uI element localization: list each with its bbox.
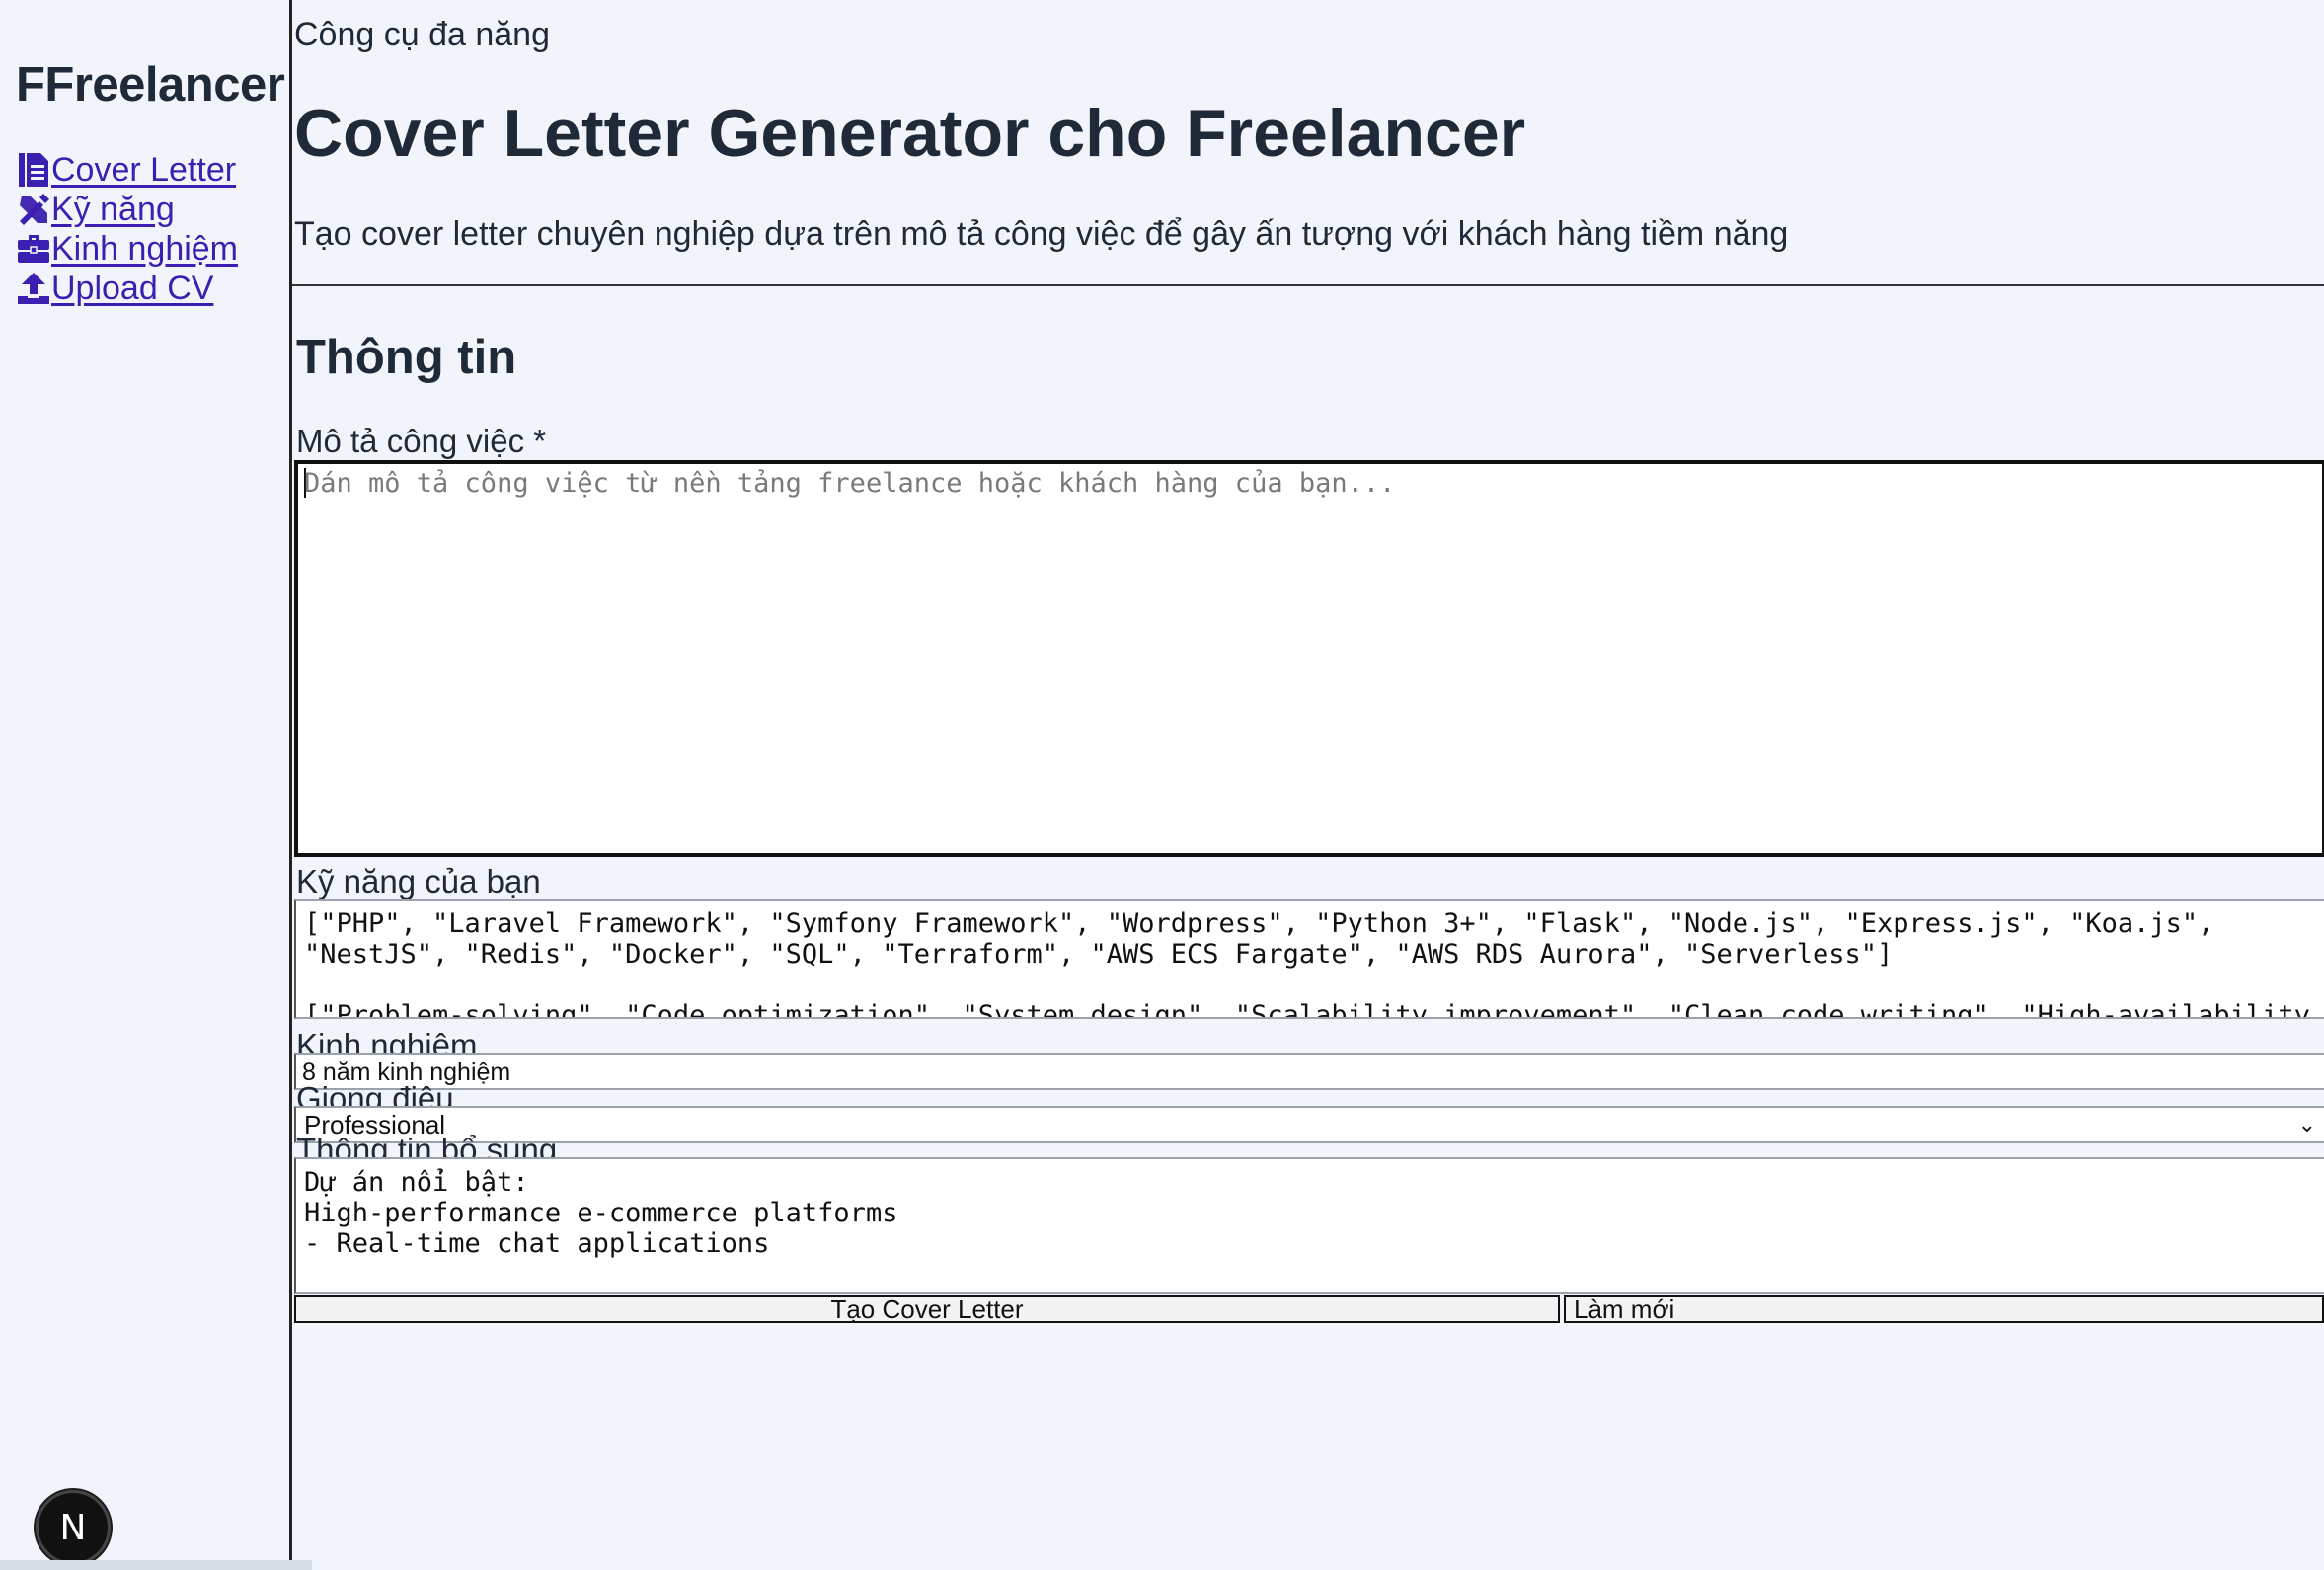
sidebar-nav: Cover Letter Kỹ năng Kinh nghiệm Upload … (16, 150, 238, 308)
job-description-placeholder: Dán mô tả công việc từ nền tảng freelanc… (304, 468, 1396, 499)
tools-icon (16, 193, 51, 226)
n-badge-button[interactable]: N (36, 1490, 111, 1565)
form-panel: Thông tin Mô tả công việc * Dán mô tả cô… (292, 284, 2324, 1558)
sidebar-item-label: Kinh nghiệm (51, 229, 239, 268)
experience-input[interactable]: 8 năm kinh nghiệm (294, 1053, 2324, 1090)
section-title: Thông tin (296, 331, 517, 384)
sidebar-item-label: Upload CV (51, 269, 214, 307)
skills-label: Kỹ năng của bạn (296, 863, 541, 900)
page-eyebrow: Công cụ đa năng (294, 16, 550, 53)
sidebar-item-experience[interactable]: Kinh nghiệm (16, 229, 238, 269)
sidebar-item-cover-letter[interactable]: Cover Letter (16, 150, 238, 190)
sidebar-link-cover-letter[interactable]: Cover Letter (16, 151, 236, 190)
extra-info-input[interactable]: Dự án nổi bật: High-performance e-commer… (294, 1157, 2324, 1294)
sidebar-link-experience[interactable]: Kinh nghiệm (16, 230, 238, 269)
page-subtitle: Tạo cover letter chuyên nghiệp dựa trên … (294, 215, 1789, 253)
chevron-down-icon: ⌄ (2297, 1112, 2316, 1137)
job-description-input[interactable]: Dán mô tả công việc từ nền tảng freelanc… (294, 460, 2324, 857)
main-content: Công cụ đa năng Cover Letter Generator c… (292, 0, 2324, 1570)
horizontal-scrollbar[interactable] (0, 1560, 312, 1570)
sidebar-link-skills[interactable]: Kỹ năng (16, 191, 175, 229)
reset-button[interactable]: Làm mới (1564, 1295, 2324, 1324)
brand-logo: FFreelancer (16, 58, 285, 112)
skills-input[interactable]: ["PHP", "Laravel Framework", "Symfony Fr… (294, 899, 2324, 1019)
sidebar-item-skills[interactable]: Kỹ năng (16, 190, 238, 229)
page-title: Cover Letter Generator cho Freelancer (294, 96, 1526, 171)
sidebar-item-label: Cover Letter (51, 150, 237, 189)
file-document-icon (16, 153, 51, 187)
generate-cover-letter-button[interactable]: Tạo Cover Letter (294, 1295, 1560, 1324)
briefcase-icon (16, 232, 51, 266)
sidebar-link-upload-cv[interactable]: Upload CV (16, 270, 213, 308)
tone-select[interactable]: Professional ⌄ (294, 1106, 2324, 1143)
job-description-label: Mô tả công việc * (296, 423, 547, 459)
sidebar: FFreelancer Cover Letter Kỹ năng Kinh ng… (0, 0, 312, 1570)
upload-icon (16, 272, 51, 305)
sidebar-item-label: Kỹ năng (51, 190, 175, 228)
sidebar-item-upload-cv[interactable]: Upload CV (16, 269, 238, 308)
